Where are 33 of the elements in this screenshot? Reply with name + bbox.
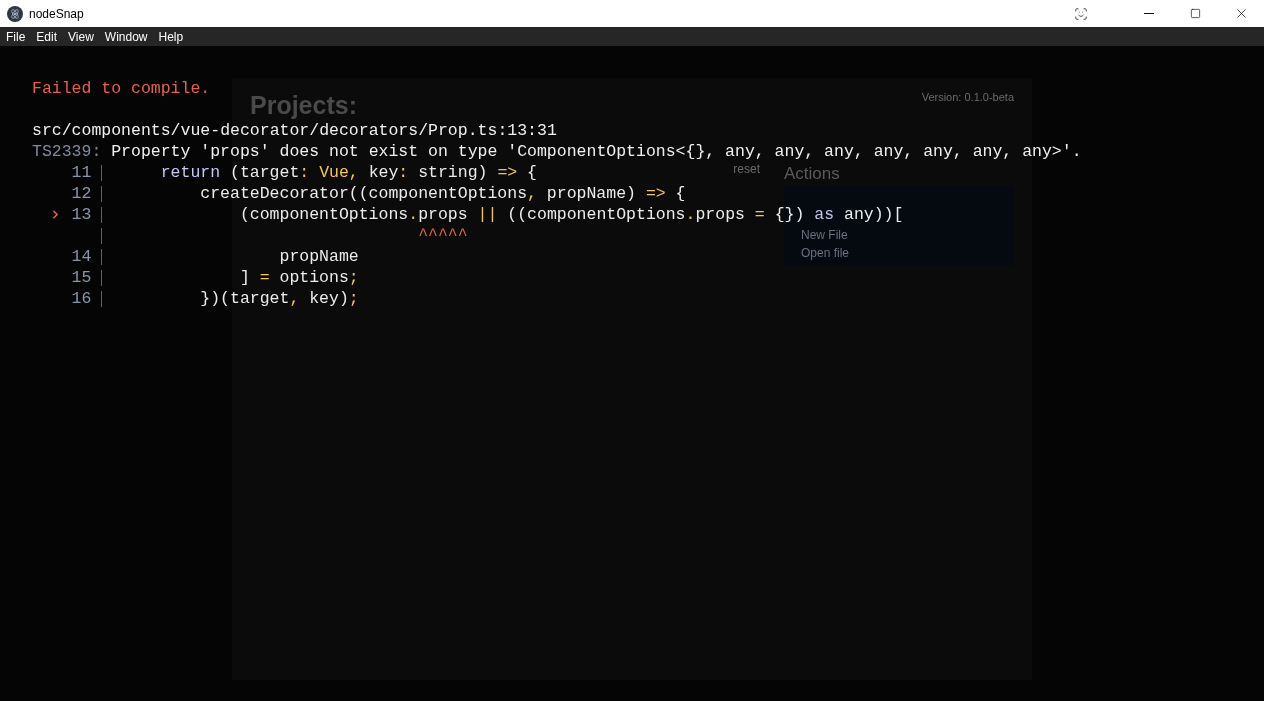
- code-line: })(target, key);: [199, 288, 359, 309]
- menu-item[interactable]: View: [68, 30, 94, 43]
- scan-icon: [1074, 6, 1088, 21]
- menu-item[interactable]: Window: [104, 30, 148, 43]
- code-line: (componentOptions.props || ((componentOptions.props = {}) as any))[: [238, 204, 904, 225]
- line-number: 16: [71, 288, 92, 309]
- line-number: 14: [71, 246, 92, 267]
- maximize-icon: [1189, 8, 1201, 19]
- projects-heading: Projects:: [250, 93, 357, 118]
- minimize-icon: [1144, 13, 1154, 14]
- menu-item[interactable]: Edit: [36, 30, 58, 43]
- menu-item[interactable]: Help: [158, 30, 184, 43]
- error-file-path: src/components/vue-decorator/decorators/Prop.ts:13:31: [32, 120, 557, 141]
- menu-item[interactable]: File: [6, 30, 26, 43]
- actions-heading: Actions: [784, 165, 840, 183]
- line-number: 13: [71, 204, 92, 225]
- code-line: propName: [278, 246, 359, 267]
- action-link[interactable]: New File: [801, 228, 848, 242]
- line-number: 15: [71, 267, 92, 288]
- error-pointer: ^^^^^: [417, 225, 468, 246]
- error-message: Property 'props' does not exist on type 'ComponentOptions<{}, any, any, any, any, any, any, any>'.: [111, 141, 1082, 162]
- action-link[interactable]: Open file: [801, 246, 850, 260]
- code-line: return (target: Vue, key: string) => {: [159, 162, 537, 183]
- error-headline: Failed to compile.: [32, 78, 211, 99]
- app-logo-icon: [7, 5, 23, 22]
- window-title: nodeSnap: [29, 5, 84, 23]
- code-line: createDecorator((componentOptions, propName) => {: [199, 183, 686, 204]
- reset-button[interactable]: reset: [733, 162, 760, 176]
- line-number: 11: [71, 162, 92, 183]
- version-label: Version: 0.1.0-beta: [921, 90, 1014, 104]
- error-code: TS2339:: [32, 141, 102, 162]
- line-number: 12: [71, 183, 92, 204]
- code-line: ] = options;: [238, 267, 359, 288]
